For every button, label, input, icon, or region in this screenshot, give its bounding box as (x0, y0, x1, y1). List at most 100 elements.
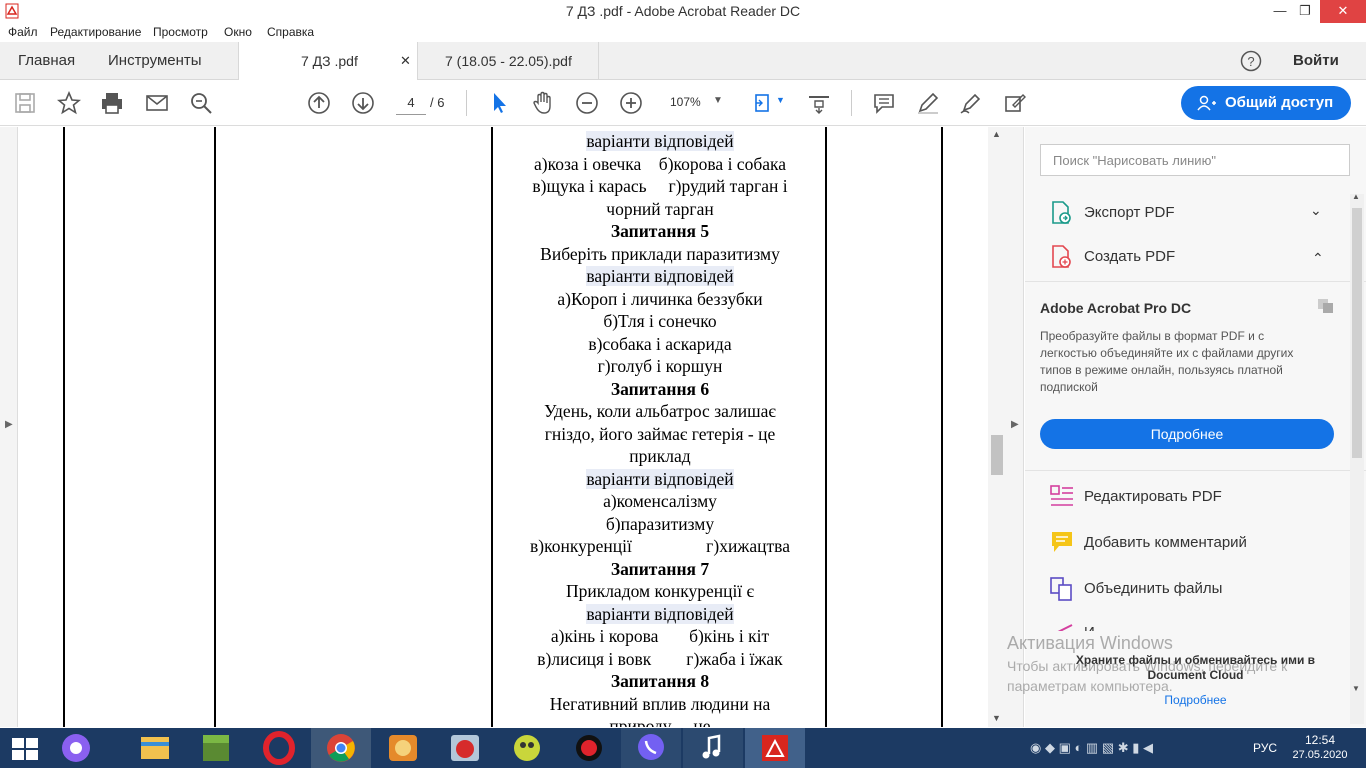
tab-document-2[interactable]: 7 (18.05 - 22.05).pdf (419, 42, 599, 80)
tab-tools[interactable]: Инструменты (108, 52, 202, 69)
star-icon[interactable] (56, 90, 82, 115)
document-line-text: Виберіть приклади паразитизму (540, 243, 780, 264)
document-line: а)коменсалізму (494, 491, 826, 512)
help-icon[interactable]: ? (1240, 50, 1262, 72)
windows-start-icon[interactable] (12, 738, 38, 760)
document-line: гніздо, його займає гетерія - це (494, 424, 826, 445)
clock-time[interactable]: 12:54 (1290, 733, 1350, 747)
zoom-dropdown-icon[interactable]: ▼ (713, 95, 723, 106)
acrobat-taskbar-icon[interactable] (745, 728, 805, 768)
menu-view[interactable]: Просмотр (153, 25, 208, 39)
print-icon[interactable] (100, 91, 124, 115)
opera-icon[interactable] (249, 728, 309, 768)
svg-text:?: ? (1247, 54, 1254, 69)
share-button[interactable]: Общий доступ (1181, 86, 1351, 120)
zoom-out-icon[interactable] (575, 91, 599, 115)
promo-more-button[interactable]: Подробнее (1040, 419, 1334, 449)
copy-icon[interactable] (1317, 298, 1335, 314)
zoom-in-icon[interactable] (619, 91, 643, 115)
document-line-text: чорний тарган (606, 198, 714, 219)
chevron-up-icon[interactable]: ⌃ (1312, 250, 1324, 267)
collapse-right-icon[interactable]: ▶ (1011, 419, 1019, 430)
chrome-icon[interactable] (311, 728, 371, 768)
file-explorer-icon[interactable] (125, 728, 185, 768)
viber-icon[interactable] (621, 728, 681, 768)
scroll-down-icon[interactable]: ▼ (992, 713, 1001, 723)
vertical-scrollbar[interactable]: ▲ ▼ (988, 127, 1006, 727)
menu-window[interactable]: Окно (224, 25, 252, 39)
search-input[interactable]: Поиск "Нарисовать линию" (1040, 144, 1350, 176)
zoom-level[interactable]: 107% (670, 95, 701, 109)
tab-document-active[interactable]: 7 ДЗ .pdf ✕ (238, 42, 418, 81)
signin-button[interactable]: Войти (1293, 52, 1339, 69)
document-line-text: в)конкуренції г)хижацтва (530, 536, 790, 556)
language-indicator[interactable]: РУС (1253, 741, 1277, 755)
record-icon[interactable] (559, 728, 619, 768)
panel-scroll-up-icon[interactable]: ▲ (1352, 192, 1360, 201)
document-line-text: варіанти відповідей (586, 468, 734, 489)
clock-date[interactable]: 27.05.2020 (1290, 749, 1350, 761)
menu-edit[interactable]: Редактирование (50, 25, 141, 39)
subway-surfers-icon[interactable] (373, 728, 433, 768)
combine-files-item[interactable]: Объединить файлы (1025, 565, 1366, 611)
table-border (63, 127, 65, 727)
chevron-down-icon[interactable]: ⌄ (1310, 202, 1322, 219)
angry-birds-icon[interactable] (435, 728, 495, 768)
edit-pdf-item[interactable]: Редактировать PDF (1025, 473, 1366, 519)
document-line: природу це (494, 716, 826, 727)
save-icon[interactable] (13, 91, 37, 115)
next-tool-item[interactable]: И (1025, 611, 1366, 631)
window-title: 7 ДЗ .pdf - Adobe Acrobat Reader DC (565, 3, 801, 19)
tool-icon (1057, 624, 1073, 631)
tray-icons[interactable]: ◉ ◆ ▣ ◐ ▥ ▧ ✱ ▮ ◀ (1030, 740, 1153, 756)
page-up-icon[interactable] (307, 91, 331, 115)
panel-scroll-down-icon[interactable]: ▼ (1352, 684, 1360, 693)
fit-page-icon[interactable] (752, 91, 776, 115)
document-line: в)конкуренції г)хижацтва (494, 536, 826, 557)
add-comment-item[interactable]: Добавить комментарий (1025, 519, 1366, 565)
hand-tool-icon[interactable] (531, 91, 555, 115)
zoom-search-icon[interactable] (189, 91, 213, 115)
tab-close-icon[interactable]: ✕ (400, 53, 411, 69)
page-number-input[interactable]: 4 (396, 91, 426, 115)
panel-scrollbar[interactable]: ▲ ▼ (1350, 192, 1364, 724)
close-window-button[interactable]: ✕ (1320, 0, 1366, 23)
select-cursor-icon[interactable] (488, 91, 512, 115)
create-pdf-item[interactable]: Создать PDF ⌃ (1025, 234, 1366, 280)
activation-watermark-line2: параметрам компьютера. (1007, 678, 1173, 694)
document-view[interactable]: варіанти відповідей а)коза і овечка б)кор… (18, 127, 988, 727)
tab-label: 7 (18.05 - 22.05).pdf (445, 53, 572, 69)
scroll-up-icon[interactable]: ▲ (992, 129, 1001, 139)
scroll-thumb[interactable] (991, 435, 1003, 475)
cloud-more-link[interactable]: Подробнее (1025, 693, 1366, 707)
maximize-button[interactable]: ❐ (1290, 0, 1320, 23)
promo-line: типов в режиме онлайн, пользуясь платной (1040, 363, 1283, 377)
promo-line: Преобразуйте файлы в формат PDF и с (1040, 329, 1265, 343)
export-pdf-item[interactable]: Экспорт PDF ⌄ (1025, 190, 1366, 236)
combine-files-icon (1050, 577, 1072, 601)
fit-dropdown-icon[interactable]: ▼ (776, 95, 785, 105)
fill-sign-icon[interactable] (1003, 91, 1027, 115)
document-line: Негативний вплив людини на (494, 694, 826, 715)
minecraft-icon[interactable] (187, 728, 247, 768)
expand-left-icon[interactable]: ▶ (5, 419, 13, 430)
question-heading: Запитання 8 (494, 671, 826, 692)
pen-icon[interactable] (916, 91, 940, 115)
scroll-mode-icon[interactable] (807, 91, 831, 115)
answer-options-label: варіанти відповідей (494, 266, 826, 287)
game-icon[interactable] (497, 728, 557, 768)
left-pane-toggle[interactable]: ▶ (0, 127, 18, 727)
document-line-text: Запитання 8 (610, 671, 710, 691)
tab-home[interactable]: Главная (18, 52, 75, 69)
itunes-icon[interactable] (683, 728, 743, 768)
alice-app-icon[interactable] (46, 728, 106, 768)
document-line-text: Негативний вплив людини на (549, 693, 771, 714)
menu-help[interactable]: Справка (267, 25, 314, 39)
sign-icon[interactable] (959, 91, 983, 115)
panel-scroll-thumb[interactable] (1352, 208, 1362, 458)
menu-file[interactable]: Файл (8, 25, 38, 39)
comment-icon[interactable] (872, 91, 896, 115)
email-icon[interactable] (145, 91, 169, 115)
page-down-icon[interactable] (351, 91, 375, 115)
document-line-text: Запитання 5 (610, 221, 710, 241)
